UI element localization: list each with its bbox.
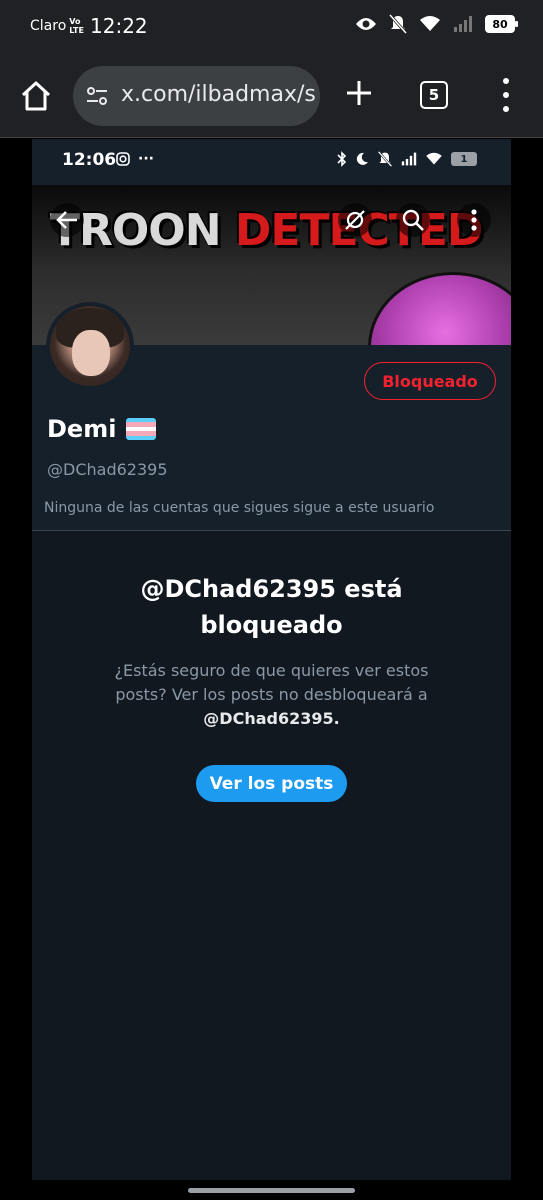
back-button[interactable] <box>50 203 84 237</box>
more-vertical-icon <box>471 209 477 231</box>
blocked-title: @DChad62395 está bloqueado <box>140 575 403 639</box>
moon-icon <box>356 152 368 165</box>
grok-button[interactable] <box>338 203 372 237</box>
tab-switcher-button[interactable]: 5 <box>420 81 448 109</box>
instagram-icon <box>116 152 130 166</box>
search-icon <box>402 209 424 231</box>
home-gesture-handle[interactable] <box>188 1188 355 1193</box>
new-tab-icon[interactable] <box>342 76 376 110</box>
browser-toolbar: x.com/ilbadmax/s 5 <box>0 54 543 138</box>
flag-stripe <box>126 435 157 440</box>
more-notifications-dots: ··· <box>138 151 154 167</box>
notifications-off-icon <box>377 151 393 167</box>
signal-icon <box>454 16 472 32</box>
battery-icon: 1 <box>451 152 477 166</box>
signal-icon <box>401 152 417 166</box>
blocked-panel: @DChad62395 está bloqueado ¿Estás seguro… <box>32 531 511 1200</box>
follow-info: Ninguna de las cuentas que sigues sigue … <box>44 500 435 516</box>
search-button[interactable] <box>396 203 430 237</box>
user-handle: @DChad62395 <box>47 460 168 479</box>
notifications-off-icon <box>389 14 407 34</box>
grok-icon <box>345 210 365 230</box>
inner-clock: 12:06 <box>62 150 117 170</box>
profile-screenshot: 12:06 ··· 1 TROON DETECTED <box>32 139 511 1200</box>
volte-icon: Vo LTE <box>69 17 84 35</box>
more-button[interactable] <box>457 203 491 237</box>
view-posts-button[interactable]: Ver los posts <box>196 765 347 802</box>
system-icons: 80 <box>355 14 518 34</box>
site-settings-icon[interactable] <box>85 84 109 108</box>
home-icon[interactable] <box>18 78 54 114</box>
bluetooth-icon <box>337 151 347 167</box>
address-bar[interactable]: x.com/ilbadmax/s <box>73 66 320 126</box>
trans-flag-emoji <box>126 418 157 440</box>
arrow-left-icon <box>56 211 77 229</box>
browser-menu-icon[interactable] <box>498 78 514 112</box>
banner-pink-ball <box>368 272 511 345</box>
battery-icon: 80 <box>485 15 518 33</box>
blocked-description: ¿Estás seguro de que quieres ver estos p… <box>114 661 429 728</box>
system-status-bar: Claro Vo LTE 12:22 80 <box>0 0 543 54</box>
blocked-button[interactable]: Bloqueado <box>364 362 496 400</box>
avatar[interactable] <box>46 302 134 390</box>
wifi-icon <box>420 16 440 31</box>
inner-status-bar: 12:06 ··· 1 <box>32 139 511 183</box>
display-name: Demi <box>47 415 157 443</box>
wifi-icon <box>426 152 442 165</box>
gesture-nav-bar <box>0 1180 543 1200</box>
system-clock: 12:22 <box>90 14 148 38</box>
url-text[interactable]: x.com/ilbadmax/s <box>121 82 316 107</box>
eye-icon <box>356 18 376 30</box>
carrier-label: Claro Vo LTE <box>30 17 84 35</box>
